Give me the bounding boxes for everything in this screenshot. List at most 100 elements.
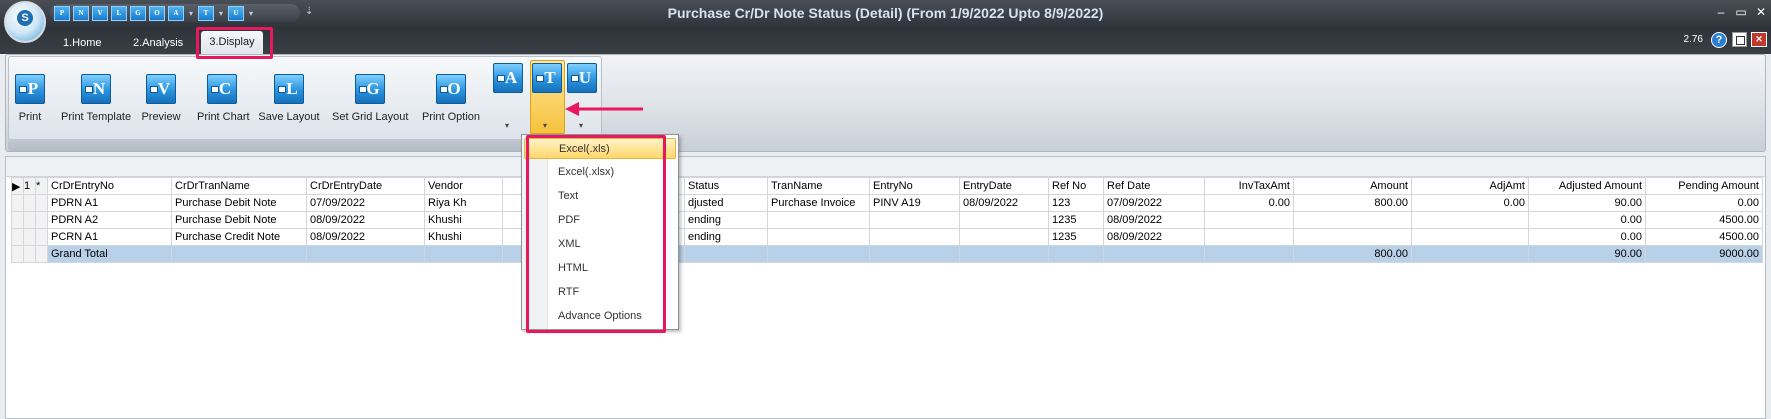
table-row[interactable]: PCRN A1 Purchase Credit Note 08/09/2022 … bbox=[11, 228, 1763, 246]
grid-cell[interactable]: 4500.00 bbox=[1645, 211, 1763, 229]
qat-template-icon[interactable]: N bbox=[73, 5, 89, 21]
grid-cell[interactable] bbox=[767, 228, 870, 246]
grid-cell[interactable]: PDRN A2 bbox=[47, 211, 172, 229]
menu-item-excel-xlsx[interactable]: Excel(.xlsx) bbox=[524, 162, 676, 183]
app-logo[interactable]: S bbox=[4, 1, 46, 43]
grid-cell[interactable]: 4500.00 bbox=[1645, 228, 1763, 246]
chevron-down-icon[interactable]: ▾ bbox=[217, 9, 225, 18]
restore-icon[interactable] bbox=[1732, 32, 1747, 47]
grid-cell[interactable] bbox=[767, 211, 870, 229]
minimize-button[interactable]: – bbox=[1713, 5, 1729, 19]
chevron-down-icon[interactable]: ▾ bbox=[543, 121, 547, 130]
grid-cell[interactable]: 0.00 bbox=[1645, 194, 1763, 212]
grid-cell[interactable]: 07/09/2022 bbox=[306, 194, 425, 212]
grid-cell[interactable]: Purchase Invoice bbox=[767, 194, 870, 212]
column-header[interactable]: EntryNo bbox=[869, 177, 960, 195]
column-header[interactable]: InvTaxAmt bbox=[1204, 177, 1294, 195]
grid-cell[interactable]: 90.00 bbox=[1528, 194, 1646, 212]
column-header[interactable]: AdjAmt bbox=[1411, 177, 1529, 195]
menu-item-rtf[interactable]: RTF bbox=[524, 282, 676, 303]
grid-cell[interactable] bbox=[1293, 211, 1412, 229]
grid-cell[interactable]: PCRN A1 bbox=[47, 228, 172, 246]
tab-display[interactable]: 3.Display bbox=[201, 31, 263, 54]
grid-cell[interactable]: 1235 bbox=[1048, 228, 1104, 246]
grid-cell[interactable]: 0.00 bbox=[1411, 194, 1529, 212]
help-icon[interactable]: ? bbox=[1711, 32, 1727, 48]
column-header[interactable]: EntryDate bbox=[959, 177, 1049, 195]
grid-cell[interactable] bbox=[959, 228, 1049, 246]
chevron-down-icon[interactable]: ▾ bbox=[187, 9, 195, 18]
table-row[interactable]: PDRN A1 Purchase Debit Note 07/09/2022 R… bbox=[11, 194, 1763, 212]
a-dropdown-button[interactable]: A bbox=[493, 63, 523, 93]
grid-cell[interactable]: 08/09/2022 bbox=[1103, 228, 1205, 246]
grid-cell[interactable]: 800.00 bbox=[1293, 194, 1412, 212]
grid-cell[interactable]: Riya Kh bbox=[424, 194, 503, 212]
chevron-down-icon[interactable]: ▾ bbox=[247, 9, 255, 18]
grid-cell[interactable]: Purchase Debit Note bbox=[171, 194, 307, 212]
column-header[interactable]: CrDrTranName bbox=[171, 177, 307, 195]
grid-cell[interactable]: Purchase Debit Note bbox=[171, 211, 307, 229]
grid-cell[interactable]: 0.00 bbox=[1528, 228, 1646, 246]
qat-u-icon[interactable]: U bbox=[228, 5, 244, 21]
qat-t-icon[interactable]: T bbox=[198, 5, 214, 21]
grid-cell[interactable]: Purchase Credit Note bbox=[171, 228, 307, 246]
qat-layout-icon[interactable]: L bbox=[111, 5, 127, 21]
print-chart-button[interactable]: C Print Chart bbox=[197, 74, 250, 123]
qat-option-icon[interactable]: O bbox=[149, 5, 165, 21]
u-dropdown-button[interactable]: U bbox=[567, 63, 597, 93]
export-dropdown-button[interactable]: T bbox=[532, 63, 562, 93]
column-header[interactable]: Vendor bbox=[424, 177, 503, 195]
column-header[interactable]: Adjusted Amount bbox=[1528, 177, 1646, 195]
grid-cell[interactable]: 1235 bbox=[1048, 211, 1104, 229]
grid-cell[interactable]: PDRN A1 bbox=[47, 194, 172, 212]
column-header[interactable]: Ref No bbox=[1048, 177, 1104, 195]
grid-cell[interactable]: 0.00 bbox=[1204, 194, 1294, 212]
tab-analysis[interactable]: 2.Analysis bbox=[125, 32, 191, 54]
column-header[interactable]: Pending Amount bbox=[1645, 177, 1763, 195]
grid-cell[interactable]: 08/09/2022 bbox=[959, 194, 1049, 212]
grid-cell[interactable]: 123 bbox=[1048, 194, 1104, 212]
grid-cell[interactable] bbox=[869, 211, 960, 229]
column-header[interactable]: Ref Date bbox=[1103, 177, 1205, 195]
chevron-down-icon[interactable]: ▾ bbox=[579, 121, 583, 130]
close-button[interactable]: ✕ bbox=[1753, 5, 1769, 19]
column-header[interactable]: TranName bbox=[767, 177, 870, 195]
grid-cell[interactable]: 08/09/2022 bbox=[306, 228, 425, 246]
grid-cell[interactable]: 0.00 bbox=[1528, 211, 1646, 229]
grid-cell[interactable] bbox=[1204, 228, 1294, 246]
print-option-button[interactable]: O Print Option bbox=[421, 74, 481, 123]
grid-cell[interactable]: 08/09/2022 bbox=[306, 211, 425, 229]
table-row[interactable]: PDRN A2 Purchase Debit Note 08/09/2022 K… bbox=[11, 211, 1763, 229]
qat-print-icon[interactable]: P bbox=[54, 5, 70, 21]
grid-cell[interactable]: djusted bbox=[684, 194, 768, 212]
grid-cell[interactable] bbox=[959, 211, 1049, 229]
print-button[interactable]: P Print bbox=[15, 74, 45, 123]
menu-item-advance-options[interactable]: Advance Options bbox=[524, 306, 676, 327]
print-template-button[interactable]: N Print Template bbox=[61, 74, 131, 123]
close-form-icon[interactable]: ✕ bbox=[1751, 32, 1767, 47]
menu-item-html[interactable]: HTML bbox=[524, 258, 676, 279]
grid-cell[interactable] bbox=[1293, 228, 1412, 246]
menu-item-text[interactable]: Text bbox=[524, 186, 676, 207]
menu-item-excel-xls[interactable]: Excel(.xls) bbox=[524, 138, 676, 159]
grid-cell[interactable]: ending bbox=[684, 211, 768, 229]
qat-grid-icon[interactable]: G bbox=[130, 5, 146, 21]
grid-cell[interactable]: 08/09/2022 bbox=[1103, 211, 1205, 229]
grid-cell[interactable]: Khushi bbox=[424, 228, 503, 246]
save-layout-button[interactable]: L Save Layout bbox=[258, 74, 320, 123]
qat-preview-icon[interactable]: V bbox=[92, 5, 108, 21]
grid-cell[interactable]: PINV A19 bbox=[869, 194, 960, 212]
chevron-down-icon[interactable]: ▾ bbox=[505, 121, 509, 130]
menu-item-xml[interactable]: XML bbox=[524, 234, 676, 255]
grid-cell[interactable] bbox=[1411, 228, 1529, 246]
grid-cell[interactable] bbox=[1411, 211, 1529, 229]
column-header[interactable]: Status bbox=[684, 177, 768, 195]
column-header[interactable]: CrDrEntryDate bbox=[306, 177, 425, 195]
grid-cell[interactable]: 07/09/2022 bbox=[1103, 194, 1205, 212]
menu-item-pdf[interactable]: PDF bbox=[524, 210, 676, 231]
grid-cell[interactable] bbox=[1204, 211, 1294, 229]
grid-cell[interactable]: Khushi bbox=[424, 211, 503, 229]
preview-button[interactable]: V Preview bbox=[141, 74, 181, 123]
set-grid-layout-button[interactable]: G Set Grid Layout bbox=[332, 74, 408, 123]
grid-cell[interactable] bbox=[869, 228, 960, 246]
